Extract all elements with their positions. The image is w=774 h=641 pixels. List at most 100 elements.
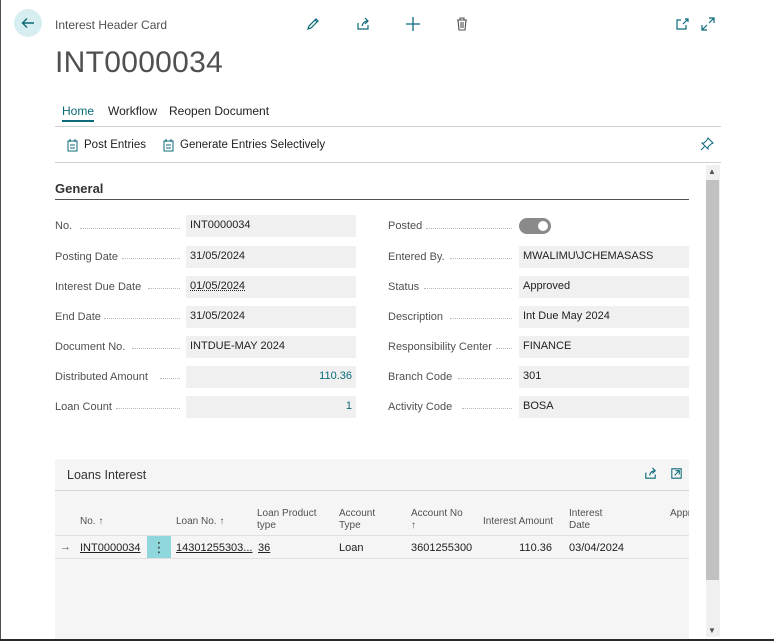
open-new-window-button[interactable] xyxy=(672,14,692,34)
more-vertical-icon: ⋮ xyxy=(152,538,166,555)
scroll-down-icon[interactable]: ▼ xyxy=(708,626,716,635)
col-approved-amount[interactable]: Appr Am xyxy=(670,508,689,520)
status-field[interactable]: Approved xyxy=(519,276,689,298)
tabs-divider xyxy=(55,126,721,127)
back-button[interactable] xyxy=(14,9,42,37)
open-in-new-icon xyxy=(671,468,682,479)
general-section-title: General xyxy=(55,181,104,196)
col-account-no[interactable]: Account No ↑ xyxy=(411,508,471,532)
description-field[interactable]: Int Due May 2024 xyxy=(519,306,689,328)
part-open-button[interactable] xyxy=(669,466,684,484)
cell-no[interactable]: INT0000034 xyxy=(80,542,141,554)
arrow-left-icon xyxy=(21,18,34,28)
loans-interest-divider xyxy=(55,490,689,491)
tab-home[interactable]: Home xyxy=(62,104,95,122)
description-label: Description xyxy=(388,311,444,323)
no-label: No. xyxy=(55,220,73,232)
end-date-field[interactable]: 31/05/2024 xyxy=(186,306,356,328)
col-account-type[interactable]: Account Type xyxy=(339,508,383,532)
cell-account-type: Loan xyxy=(339,542,364,554)
generate-entries-label: Generate Entries Selectively xyxy=(180,139,326,151)
tab-reopen-document[interactable]: Reopen Document xyxy=(169,104,269,118)
window-edge xyxy=(0,0,1,641)
edit-button[interactable] xyxy=(303,14,323,34)
post-entries-label: Post Entries xyxy=(84,139,146,151)
scroll-up-icon[interactable]: ▲ xyxy=(708,167,716,176)
no-leader xyxy=(80,228,180,229)
status-label: Status xyxy=(388,281,420,293)
col-loan-product-type[interactable]: Loan Product type xyxy=(257,508,321,532)
cell-loan-product-type[interactable]: 36 xyxy=(258,542,270,554)
distributed-amount-leader xyxy=(160,378,180,379)
status-leader xyxy=(424,288,512,289)
interest-due-date-leader xyxy=(148,288,180,289)
loan-count-field[interactable]: 1 xyxy=(186,396,356,418)
activity-code-field[interactable]: BOSA xyxy=(519,396,689,418)
posting-date-label: Posting Date xyxy=(55,251,118,263)
loans-interest-title: Loans Interest xyxy=(67,468,147,482)
cell-interest-amount: 110.36 xyxy=(519,542,552,554)
posting-date-field[interactable]: 31/05/2024 xyxy=(186,246,356,268)
distributed-amount-label: Distributed Amount xyxy=(55,371,148,383)
share-button[interactable] xyxy=(353,14,373,34)
generate-icon xyxy=(163,139,174,152)
entered-by-label: Entered By. xyxy=(388,251,445,263)
share-icon xyxy=(357,17,369,30)
branch-code-label: Branch Code xyxy=(388,371,453,383)
page-title: INT0000034 xyxy=(55,46,224,79)
scrollbar-thumb[interactable] xyxy=(706,180,719,580)
share-icon xyxy=(645,467,656,479)
cell-account-no: 3601255300 xyxy=(411,542,473,554)
delete-icon xyxy=(457,17,467,31)
entered-by-field[interactable]: MWALIMU\JCHEMASASS xyxy=(519,246,689,268)
col-interest-date[interactable]: Interest Date xyxy=(569,508,613,532)
post-icon xyxy=(67,139,78,152)
posted-toggle[interactable] xyxy=(519,218,551,234)
general-section-divider xyxy=(55,199,689,200)
loan-count-label: Loan Count xyxy=(55,401,112,413)
generate-entries-button[interactable]: Generate Entries Selectively xyxy=(162,138,325,152)
description-leader xyxy=(450,318,512,319)
loan-count-leader xyxy=(116,408,180,409)
table-row-divider xyxy=(55,558,689,559)
distributed-amount-field[interactable]: 110.36 xyxy=(186,366,356,388)
row-indicator-arrow-icon: → xyxy=(60,541,71,553)
document-no-leader xyxy=(132,348,180,349)
actionbar-divider xyxy=(55,162,721,163)
responsibility-center-label: Responsibility Center xyxy=(388,341,492,353)
col-no[interactable]: No. ↑ xyxy=(80,516,103,528)
edit-icon xyxy=(307,18,319,30)
page-caption: Interest Header Card xyxy=(55,18,168,32)
expand-button[interactable] xyxy=(698,14,718,34)
interest-due-date-label: Interest Due Date xyxy=(55,281,142,293)
responsibility-center-field[interactable]: FINANCE xyxy=(519,336,689,358)
col-interest-amount[interactable]: Interest Amount xyxy=(483,516,553,528)
new-button[interactable] xyxy=(403,14,423,34)
col-loan-no[interactable]: Loan No. ↑ xyxy=(176,516,224,528)
expand-icon xyxy=(701,17,715,31)
post-entries-button[interactable]: Post Entries xyxy=(66,138,146,152)
posting-date-leader xyxy=(122,258,180,259)
pin-button[interactable] xyxy=(700,137,714,154)
open-new-window-icon xyxy=(676,18,689,30)
activity-code-leader xyxy=(462,408,512,409)
tab-workflow[interactable]: Workflow xyxy=(108,104,157,118)
interest-due-date-field[interactable]: 01/05/2024 xyxy=(186,276,356,298)
part-share-button[interactable] xyxy=(643,466,658,484)
pin-icon xyxy=(700,137,714,151)
activity-code-label: Activity Code xyxy=(388,401,453,413)
add-icon xyxy=(406,17,420,31)
no-field[interactable]: INT0000034 xyxy=(186,215,356,237)
branch-code-field[interactable]: 301 xyxy=(519,366,689,388)
row-menu-button[interactable]: ⋮ xyxy=(147,536,171,558)
branch-code-leader xyxy=(458,378,512,379)
cell-interest-date: 03/04/2024 xyxy=(569,542,625,554)
entered-by-leader xyxy=(450,258,512,259)
delete-button[interactable] xyxy=(452,14,472,34)
document-no-field[interactable]: INTDUE-MAY 2024 xyxy=(186,336,356,358)
end-date-label: End Date xyxy=(55,311,101,323)
end-date-leader xyxy=(104,318,180,319)
cell-loan-no[interactable]: 14301255303... xyxy=(176,542,254,554)
document-no-label: Document No. xyxy=(55,341,126,353)
posted-leader xyxy=(426,228,512,229)
